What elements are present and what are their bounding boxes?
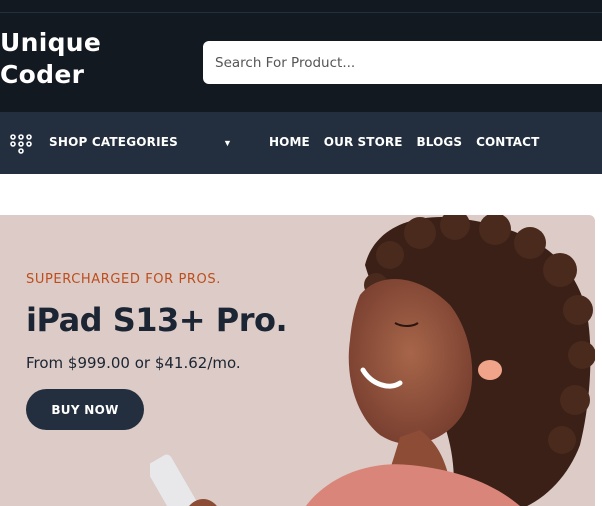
search-input[interactable] — [203, 41, 602, 84]
hero-tagline: SUPERCHARGED FOR PROS. — [26, 272, 221, 287]
hero-price: From $999.00 or $41.62/mo. — [26, 354, 241, 372]
caret-down-icon[interactable]: ▼ — [223, 138, 232, 148]
nav-link-our-store[interactable]: OUR STORE — [324, 135, 403, 149]
buy-now-button[interactable]: BUY NOW — [26, 389, 144, 430]
site-header: Unique Coder — [0, 13, 602, 112]
grid-dots-icon[interactable] — [10, 134, 32, 154]
top-strip — [0, 0, 602, 13]
nav-link-blogs[interactable]: BLOGS — [417, 135, 463, 149]
search-box — [203, 41, 602, 84]
nav-link-contact[interactable]: CONTACT — [476, 135, 539, 149]
main-nav: SHOP CATEGORIES ▼ HOME OUR STORE BLOGS C… — [0, 112, 602, 174]
logo-line-2: Coder — [0, 60, 85, 89]
logo[interactable]: Unique Coder — [0, 27, 101, 91]
logo-line-1: Unique — [0, 28, 102, 57]
shop-categories-label[interactable]: SHOP CATEGORIES — [49, 135, 178, 149]
hero-banner: SUPERCHARGED FOR PROS. iPad S13+ Pro. Fr… — [0, 215, 595, 506]
nav-links: HOME OUR STORE BLOGS CONTACT — [269, 135, 539, 149]
nav-link-home[interactable]: HOME — [269, 135, 310, 149]
hero-title: iPad S13+ Pro. — [26, 301, 288, 339]
